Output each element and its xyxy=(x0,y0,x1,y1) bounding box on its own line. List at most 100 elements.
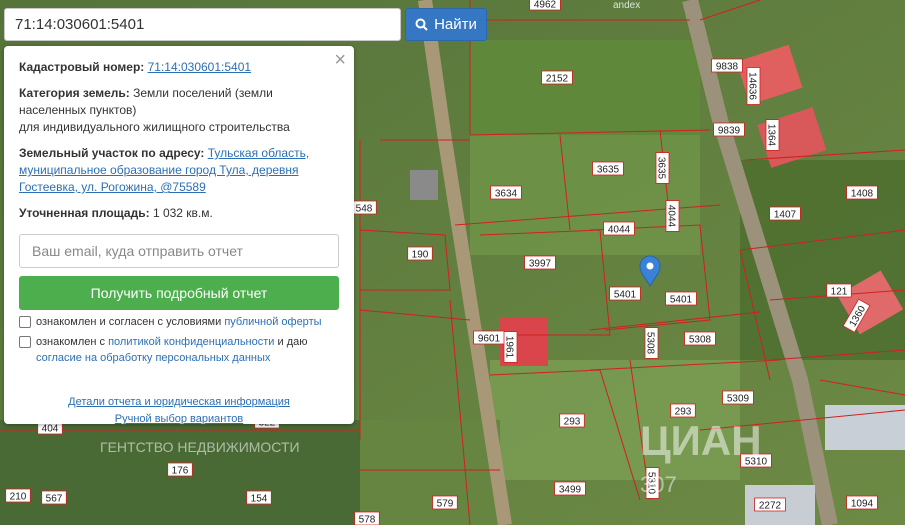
details-link[interactable]: Детали отчета и юридическая информация xyxy=(19,394,339,411)
category-use: для индивидуального жилищного строительс… xyxy=(19,120,290,134)
data-processing-link[interactable]: согласие на обработку персональных данны… xyxy=(36,352,270,364)
parcel-label: 1364 xyxy=(766,119,780,151)
parcel-label: 5401 xyxy=(609,286,641,301)
search-button-label: Найти xyxy=(434,16,477,33)
parcel-label: 190 xyxy=(407,246,433,261)
watermark-agency: ГЕНТСТВО НЕДВИЖИМОСТИ xyxy=(100,439,300,455)
consent1-text: ознакомлен и согласен с условиями xyxy=(36,316,222,328)
parcel-label: 1407 xyxy=(769,206,801,221)
parcel-label: 293 xyxy=(670,403,696,418)
parcel-label: 154 xyxy=(246,490,272,505)
svg-text:578: 578 xyxy=(359,515,376,525)
parcel-label: 14636 xyxy=(747,67,761,105)
svg-text:3634: 3634 xyxy=(495,189,518,200)
cadastral-label: Кадастровый номер: xyxy=(19,60,145,74)
parcel-label: 5308 xyxy=(684,331,716,346)
parcel-label: 210 xyxy=(5,488,31,503)
svg-text:210: 210 xyxy=(10,492,27,503)
search-input[interactable]: 71:14:030601:5401 xyxy=(4,8,401,41)
parcel-label: 5308 xyxy=(645,327,659,359)
svg-text:9601: 9601 xyxy=(478,334,501,345)
category-row: Категория земель: Земли поселений (земли… xyxy=(19,85,339,136)
manual-selection-link[interactable]: Ручной выбор вариантов xyxy=(19,411,339,428)
cadastral-row: Кадастровый номер: 71:14:030601:5401 xyxy=(19,59,339,76)
parcel-label: 3499 xyxy=(554,481,586,496)
svg-text:5308: 5308 xyxy=(645,332,656,355)
parcel-label: 293 xyxy=(559,413,585,428)
parcel-label: 5401 xyxy=(665,291,697,306)
svg-text:548: 548 xyxy=(356,204,373,215)
svg-text:154: 154 xyxy=(251,494,268,505)
watermark-brand: ЦИАН xyxy=(640,417,762,464)
building-roof xyxy=(825,405,905,450)
parcel-label: 1961 xyxy=(504,331,518,363)
parcel-label: 3997 xyxy=(524,255,556,270)
cadastral-link[interactable]: 71:14:030601:5401 xyxy=(148,60,251,74)
privacy-link[interactable]: политикой конфиденциальности xyxy=(108,336,274,348)
email-field[interactable]: Ваш email, куда отправить отчет xyxy=(19,234,339,268)
parcel-label: 578 xyxy=(354,511,380,525)
svg-text:9838: 9838 xyxy=(716,62,739,73)
parcel-label: 9839 xyxy=(713,122,745,137)
parcel-label: 1094 xyxy=(846,495,878,510)
offer-checkbox[interactable] xyxy=(19,316,31,328)
address-row: Земельный участок по адресу: Тульская об… xyxy=(19,145,339,196)
svg-text:3635: 3635 xyxy=(656,157,667,180)
area-value: 1 032 кв.м. xyxy=(152,206,213,220)
svg-text:3499: 3499 xyxy=(559,485,582,496)
area-label: Уточненная площадь: xyxy=(19,206,150,220)
parcel-label: 176 xyxy=(167,462,193,477)
watermark-digits: 307 xyxy=(640,472,677,497)
popup-footer-links: Детали отчета и юридическая информация Р… xyxy=(19,394,339,428)
svg-text:579: 579 xyxy=(437,499,454,510)
building-roof xyxy=(410,170,438,200)
field-area xyxy=(360,420,500,525)
parcel-label: 4044 xyxy=(666,200,680,232)
get-report-button[interactable]: Получить подробный отчет xyxy=(19,276,339,310)
parcel-label: 4962 xyxy=(529,0,561,11)
consent-offer: ознакомлен и согласен с условиями публич… xyxy=(19,314,339,330)
parcel-label: 579 xyxy=(432,495,458,510)
svg-text:1364: 1364 xyxy=(766,124,777,147)
address-label: Земельный участок по адресу: xyxy=(19,146,205,160)
parcel-label: 9838 xyxy=(711,58,743,73)
parcel-label: 121 xyxy=(826,283,852,298)
parcel-label: 3635 xyxy=(592,161,624,176)
parcel-label: 4044 xyxy=(603,221,635,236)
svg-text:4044: 4044 xyxy=(666,205,677,228)
svg-text:190: 190 xyxy=(412,250,429,261)
svg-text:9839: 9839 xyxy=(718,126,741,137)
svg-text:3997: 3997 xyxy=(529,259,552,270)
parcel-label: 548 xyxy=(351,200,377,215)
svg-text:5309: 5309 xyxy=(727,394,750,405)
svg-text:1407: 1407 xyxy=(774,210,797,221)
consent2-text: ознакомлен с xyxy=(36,336,106,348)
search-icon xyxy=(415,18,428,31)
svg-text:1961: 1961 xyxy=(504,336,515,359)
svg-text:1408: 1408 xyxy=(851,189,874,200)
svg-text:5401: 5401 xyxy=(670,295,693,306)
category-label: Категория земель: xyxy=(19,86,130,100)
svg-text:2152: 2152 xyxy=(546,74,569,85)
svg-text:293: 293 xyxy=(675,407,692,418)
svg-text:176: 176 xyxy=(172,466,189,477)
map-attribution: andex xyxy=(613,0,640,11)
svg-text:4044: 4044 xyxy=(608,225,631,236)
parcel-label: 2152 xyxy=(541,70,573,85)
parcel-label: 3635 xyxy=(656,152,670,184)
offer-link[interactable]: публичной оферты xyxy=(224,316,321,328)
parcel-label: 1408 xyxy=(846,185,878,200)
svg-text:14636: 14636 xyxy=(747,72,758,100)
consent-privacy: ознакомлен с политикой конфиденциальност… xyxy=(19,334,339,366)
svg-text:3635: 3635 xyxy=(597,165,620,176)
close-icon[interactable]: × xyxy=(334,50,346,70)
search-button[interactable]: Найти xyxy=(405,8,487,41)
parcel-label: 567 xyxy=(41,490,67,505)
area-row: Уточненная площадь: 1 032 кв.м. xyxy=(19,205,339,222)
parcel-info-popup: × Кадастровый номер: 71:14:030601:5401 К… xyxy=(4,46,354,425)
svg-text:567: 567 xyxy=(46,494,63,505)
parcel-label: 5309 xyxy=(722,390,754,405)
parcel-label: 9601 xyxy=(473,330,505,345)
privacy-checkbox[interactable] xyxy=(19,336,31,348)
parcel-label: 2272 xyxy=(754,497,786,512)
